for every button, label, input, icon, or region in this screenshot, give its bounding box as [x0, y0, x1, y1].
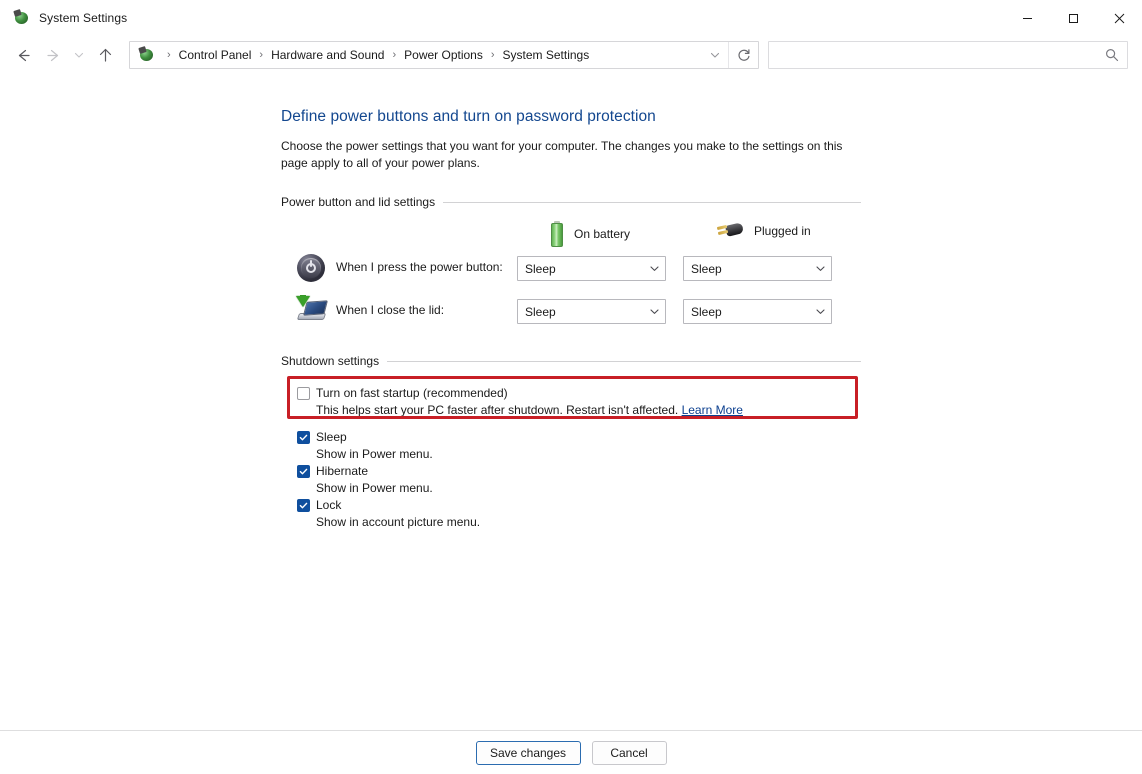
checkbox-description-sleep: Show in Power menu.	[316, 447, 433, 461]
search-icon[interactable]	[1097, 48, 1127, 62]
checkbox-fast-startup[interactable]	[297, 387, 310, 400]
checkbox-row-hibernate[interactable]: Hibernate Show in Power menu.	[281, 463, 861, 497]
checkbox-sleep[interactable]	[297, 431, 310, 444]
column-label-on-battery: On battery	[574, 227, 631, 241]
group-divider	[443, 201, 861, 203]
breadcrumb-separator: ›	[490, 49, 495, 61]
checkbox-row-sleep[interactable]: Sleep Show in Power menu.	[281, 429, 861, 463]
group-header: Shutdown settings	[281, 354, 861, 368]
power-plug-icon	[715, 221, 745, 241]
battery-icon	[549, 221, 565, 247]
dropdown-close-lid-on-battery[interactable]: Sleep	[517, 299, 666, 324]
column-label-plugged-in: Plugged in	[754, 224, 811, 238]
page-description: Choose the power settings that you want …	[281, 139, 843, 170]
breadcrumb-control-panel-icon	[138, 46, 155, 63]
breadcrumb-item-power-options[interactable]: Power Options	[402, 45, 485, 65]
close-button[interactable]	[1096, 0, 1142, 36]
checkbox-description-hibernate: Show in Power menu.	[316, 481, 433, 495]
dropdown-close-lid-plugged-in[interactable]: Sleep	[683, 299, 832, 324]
group-header: Power button and lid settings	[281, 195, 861, 209]
footer-bar: Save changes Cancel	[0, 730, 1142, 774]
setting-label-power-button: When I press the power button:	[336, 260, 503, 274]
setting-row-power-button: When I press the power button: Sleep Sle…	[281, 251, 861, 294]
shutdown-settings-group: Shutdown settings Turn on fast startup (…	[281, 354, 861, 531]
dropdown-power-button-plugged-in[interactable]: Sleep	[683, 256, 832, 281]
breadcrumb-item-hardware-and-sound[interactable]: Hardware and Sound	[269, 45, 386, 65]
control-panel-icon	[13, 9, 30, 26]
title-bar: System Settings	[0, 0, 1142, 36]
breadcrumb[interactable]: › Control Panel › Hardware and Sound › P…	[129, 41, 759, 69]
breadcrumb-item-control-panel[interactable]: Control Panel	[177, 45, 254, 65]
chevron-down-icon	[809, 306, 831, 317]
checkbox-description-lock: Show in account picture menu.	[316, 515, 481, 529]
save-changes-button[interactable]: Save changes	[475, 740, 581, 765]
chevron-down-icon	[643, 263, 665, 274]
page-title: Define power buttons and turn on passwor…	[281, 108, 656, 125]
system-settings-window: System Settings › Control Panel › Hardwa…	[0, 0, 1142, 774]
minimize-button[interactable]	[1004, 0, 1050, 36]
checkbox-lock[interactable]	[297, 499, 310, 512]
recent-locations-chevron-down-icon[interactable]	[68, 40, 90, 70]
setting-row-close-lid: When I close the lid: Sleep Sleep	[281, 294, 861, 337]
window-controls	[1004, 0, 1142, 36]
group-label: Power button and lid settings	[281, 195, 436, 209]
content-area: Define power buttons and turn on passwor…	[0, 74, 1142, 730]
breadcrumb-separator: ›	[259, 49, 264, 61]
group-divider	[387, 360, 861, 362]
breadcrumb-separator: ›	[392, 49, 397, 61]
learn-more-link[interactable]: Learn More	[682, 403, 743, 417]
refresh-icon[interactable]	[728, 42, 758, 68]
dropdown-value: Sleep	[525, 261, 556, 276]
search-box[interactable]	[768, 41, 1128, 69]
dropdown-power-button-on-battery[interactable]: Sleep	[517, 256, 666, 281]
column-header-plugged-in: Plugged in	[715, 221, 811, 241]
forward-button[interactable]	[38, 40, 68, 70]
column-headers: On battery Plugged in	[281, 217, 861, 251]
window-title: System Settings	[39, 11, 128, 25]
setting-label-close-lid: When I close the lid:	[336, 303, 445, 317]
breadcrumb-item-system-settings[interactable]: System Settings	[501, 45, 592, 65]
cancel-button[interactable]: Cancel	[591, 740, 667, 765]
column-header-on-battery: On battery	[549, 221, 630, 247]
dropdown-value: Sleep	[691, 304, 722, 319]
back-button[interactable]	[8, 40, 38, 70]
checkbox-label-sleep: Sleep	[316, 430, 347, 444]
chevron-down-icon	[643, 306, 665, 317]
checkbox-row-lock[interactable]: Lock Show in account picture menu.	[281, 497, 861, 531]
checkbox-row-fast-startup[interactable]: Turn on fast startup (recommended) This …	[281, 376, 861, 425]
up-button[interactable]	[90, 40, 120, 70]
fast-startup-description-text: This helps start your PC faster after sh…	[316, 403, 679, 417]
dropdown-value: Sleep	[691, 261, 722, 276]
group-label: Shutdown settings	[281, 354, 380, 368]
maximize-button[interactable]	[1050, 0, 1096, 36]
dropdown-value: Sleep	[525, 304, 556, 319]
checkbox-hibernate[interactable]	[297, 465, 310, 478]
breadcrumb-chevron-down-icon[interactable]	[702, 42, 728, 68]
address-bar: › Control Panel › Hardware and Sound › P…	[0, 36, 1142, 74]
settings-page: Define power buttons and turn on passwor…	[281, 108, 861, 531]
checkbox-description-fast-startup: This helps start your PC faster after sh…	[297, 402, 861, 419]
checkbox-label-fast-startup: Turn on fast startup (recommended)	[316, 386, 508, 400]
checkbox-label-hibernate: Hibernate	[316, 464, 369, 478]
chevron-down-icon	[809, 263, 831, 274]
search-input[interactable]	[769, 48, 1097, 62]
power-button-and-lid-settings-group: Power button and lid settings On battery	[281, 195, 861, 337]
checkbox-label-lock: Lock	[316, 498, 342, 512]
breadcrumb-separator: ›	[167, 49, 171, 61]
